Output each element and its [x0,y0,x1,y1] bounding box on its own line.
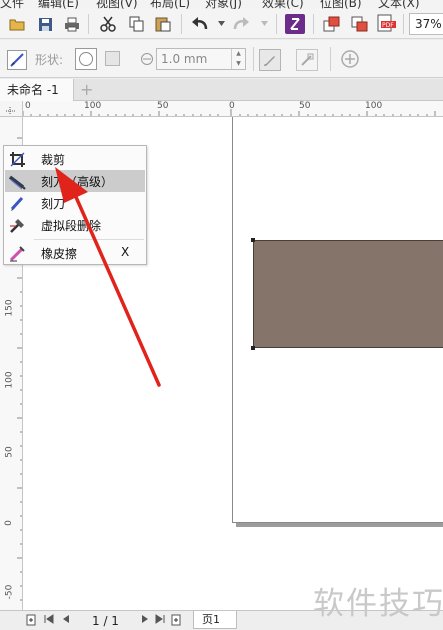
selection-handle[interactable] [251,238,255,242]
document-tab[interactable]: 未命名 -1 [0,79,74,101]
page-count: 1 / 1 [92,614,119,628]
horizontal-ruler[interactable]: 0 100 50 0 50 100 [23,101,443,117]
print-icon[interactable] [63,15,81,33]
eraser-icon [9,245,26,262]
menu-separator [34,239,144,240]
virtual-segment-delete-icon [9,217,26,234]
pdf-icon[interactable]: PDF [377,14,397,32]
hruler-label: 50 [157,101,169,111]
cut-icon[interactable] [99,15,117,33]
menu-item-label: 虚拟段删除 [41,219,102,233]
previous-page-icon[interactable] [62,614,70,627]
outline-width-input[interactable]: 1.0 mm ▲ ▼ [156,48,246,70]
paste-icon[interactable] [154,15,172,33]
save-icon[interactable] [36,15,54,33]
standard-toolbar: PDF 37% [0,9,443,39]
outline-width-icon [140,52,154,69]
undo-icon[interactable] [191,15,209,33]
svg-text:PDF: PDF [382,22,394,29]
corel-connect-icon[interactable] [285,14,305,34]
open-icon[interactable] [8,15,26,33]
menu-object[interactable]: 对象(J) [205,0,242,9]
knife-advanced-icon [8,173,26,190]
redo-icon[interactable] [232,15,250,33]
last-page-icon[interactable] [155,614,165,627]
menu-bitmaps[interactable]: 位图(B) [320,0,362,9]
knife-settings-icon[interactable] [7,50,27,70]
hruler-label: 100 [84,101,102,111]
knife-icon [9,195,26,212]
import-icon[interactable] [322,15,340,33]
menu-item-label: 橡皮擦 [41,247,78,261]
add-page-before-icon[interactable] [26,614,37,630]
spin-up-icon[interactable]: ▲ [232,49,245,59]
menu-effects[interactable]: 效果(C) [262,0,304,9]
menu-item-eraser[interactable]: 橡皮擦 X [5,242,145,264]
menu-item-label: 刻刀 [41,197,66,211]
vruler-label: 100 [4,371,15,389]
hruler-label: 0 [25,101,31,111]
next-page-icon[interactable] [141,614,149,627]
auto-close-icon[interactable] [296,49,318,71]
outline-width-spinner[interactable]: ▲ ▼ [231,49,245,69]
hruler-label: 50 [299,101,311,111]
shape-square-button[interactable] [105,51,120,66]
outline-width-value: 1.0 mm [161,52,208,66]
document-tab-bar: 未命名 -1 + [0,79,443,101]
crop-tools-flyout: 裁剪 刻刀（高级） 刻刀 虚拟段删除 橡皮擦 X [3,145,147,265]
copy-icon[interactable] [127,15,145,33]
menu-file[interactable]: 文件 [0,0,24,9]
hruler-label: 0 [229,101,235,111]
rectangle-object[interactable] [253,240,443,348]
menu-item-shortcut: X [121,245,130,259]
menu-text[interactable]: 文本(X) [378,0,420,9]
add-document-tab-icon[interactable]: + [80,80,93,100]
add-preset-icon[interactable] [341,50,359,68]
shape-label: 形状: [35,53,64,67]
redo-dropdown-icon[interactable] [256,15,274,33]
spin-down-icon[interactable]: ▼ [232,59,245,69]
page-tab[interactable]: 页1 [193,611,237,629]
menu-view[interactable]: 视图(V) [96,0,138,9]
shape-circle-button[interactable] [75,48,97,70]
page-shadow [236,523,443,527]
selection-handle[interactable] [251,346,255,350]
pen-nib-icon[interactable] [259,49,281,71]
undo-dropdown-icon[interactable] [213,15,231,33]
add-page-after-icon[interactable] [171,614,182,630]
vruler-label: 0 [3,520,14,526]
vruler-label: -50 [4,584,15,600]
property-bar: 形状: 1.0 mm ▲ ▼ [0,40,443,78]
vruler-label: 150 [4,299,15,317]
menu-item-virtual-segment-delete[interactable]: 虚拟段删除 [5,214,145,236]
menu-edit[interactable]: 编辑(E) [38,0,79,9]
menu-item-label: 刻刀（高级） [41,175,114,189]
first-page-icon[interactable] [44,614,54,627]
menu-item-crop[interactable]: 裁剪 [5,148,145,170]
vruler-label: 50 [4,446,15,458]
zoom-level-field[interactable]: 37% [409,13,443,35]
menu-item-knife[interactable]: 刻刀 [5,192,145,214]
menu-bar: 文件 编辑(E) 视图(V) 布局(L) 对象(J) 效果(C) 位图(B) 文… [0,0,443,9]
menu-layout[interactable]: 布局(L) [150,0,190,9]
menu-item-knife-advanced[interactable]: 刻刀（高级） [5,170,145,192]
crop-icon [9,151,26,168]
watermark-text: 软件技巧 [313,586,443,622]
hruler-label: 100 [365,101,383,111]
ruler-origin[interactable] [0,101,23,117]
export-icon[interactable] [350,15,368,33]
menu-item-label: 裁剪 [41,153,66,167]
